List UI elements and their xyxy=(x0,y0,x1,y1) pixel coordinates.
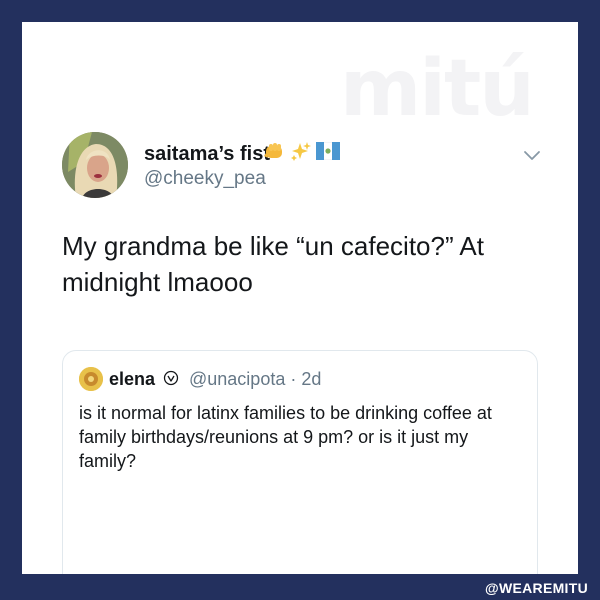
fist-emoji-icon xyxy=(264,141,286,166)
quoted-display-name[interactable]: elena xyxy=(109,369,155,390)
verified-icon xyxy=(163,370,179,386)
tweet-text: My grandma be like “un cafecito?” At mid… xyxy=(62,231,484,297)
name-emojis xyxy=(264,141,341,166)
quoted-tweet[interactable]: elena @unacipota · 2d is it normal for l… xyxy=(62,350,538,574)
sparkles-icon xyxy=(290,141,312,166)
display-name[interactable]: saitama’s fist xyxy=(144,143,270,166)
tweet-screenshot-card: mitú saitama’s fist @cheeky_pea My grand… xyxy=(22,22,578,574)
footer-handle: @WEAREMITU xyxy=(485,580,588,596)
mitu-watermark: mitú xyxy=(340,44,535,134)
quoted-avatar[interactable] xyxy=(79,367,103,391)
quoted-tweet-text: is it normal for latinx families to be d… xyxy=(79,403,492,471)
user-avatar[interactable] xyxy=(62,132,128,198)
guatemala-flag-icon xyxy=(315,141,341,165)
user-handle[interactable]: @cheeky_pea xyxy=(144,168,266,190)
quoted-handle-time[interactable]: @unacipota · 2d xyxy=(189,369,321,390)
chevron-down-icon[interactable] xyxy=(522,148,542,162)
